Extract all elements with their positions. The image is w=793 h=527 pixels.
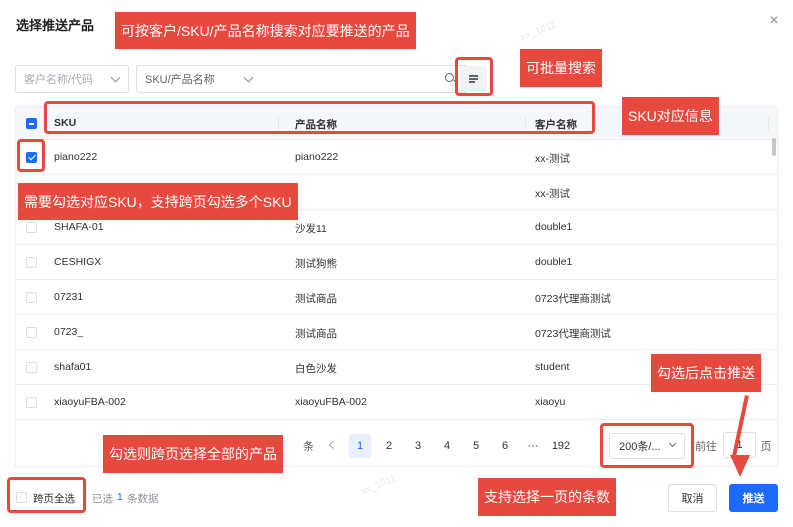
customer-select[interactable]: 客户名称/代码	[15, 65, 129, 93]
page-5[interactable]: 5	[465, 434, 487, 458]
annotation-box-batch-search	[455, 57, 493, 96]
product-table: SKU 产品名称 客户名称 piano222 piano222 xx-测试 xx…	[15, 106, 778, 467]
table-row[interactable]: 0723_ 测试商品 0723代理商测试	[16, 315, 777, 350]
page-1[interactable]: 1	[349, 434, 371, 458]
page-3[interactable]: 3	[407, 434, 429, 458]
annotation-check: 需要勾选对应SKU，支持跨页勾选多个SKU	[18, 183, 298, 220]
push-button[interactable]: 推送	[729, 484, 778, 512]
annotation-push: 勾选后点击推送	[651, 354, 761, 392]
select-all-page-checkbox[interactable]	[26, 118, 37, 129]
cell-sku: xiaoyuFBA-002	[54, 396, 126, 408]
annotation-box-row-checkbox	[17, 139, 45, 172]
close-icon[interactable]: ×	[767, 13, 781, 29]
cell-product-name: 沙发11	[295, 223, 327, 235]
cell-customer-name: 0723代理商测试	[535, 293, 611, 305]
cell-product-name: 白色沙发	[295, 363, 337, 375]
annotation-batch-search: 可批量搜索	[520, 49, 602, 87]
table-row[interactable]: piano222 piano222 xx-测试	[16, 140, 777, 175]
annotation-sku-info: SKU对应信息	[622, 97, 719, 135]
selected-count: 1	[117, 491, 123, 503]
cell-sku: shafa01	[54, 361, 92, 373]
annotation-page-size: 支持选择一页的条数	[478, 478, 616, 516]
chevron-down-icon	[110, 72, 121, 83]
annotation-select-all: 勾选则跨页选择全部的产品	[103, 435, 283, 473]
selected-suffix: 条数据	[127, 493, 159, 505]
row-checkbox[interactable]	[26, 362, 37, 373]
goto-label: 前往	[695, 441, 717, 453]
cell-customer-name: student	[535, 361, 570, 373]
cell-product-name: 测试商品	[295, 293, 337, 305]
total-suffix: 条	[303, 441, 314, 453]
row-checkbox[interactable]	[26, 292, 37, 303]
page-2[interactable]: 2	[378, 434, 400, 458]
annotation-search: 可按客户/SKU/产品名称搜索对应要推送的产品	[115, 12, 416, 49]
page-last[interactable]: 192	[550, 434, 572, 458]
cell-sku: SHAFA-01	[54, 221, 104, 233]
annotation-box-columns	[44, 101, 595, 134]
table-scrollbar[interactable]	[772, 138, 776, 156]
dialog-title: 选择推送产品	[16, 18, 95, 33]
table-row[interactable]: CESHIGX 测试狗熊 double1	[16, 245, 777, 280]
annotation-box-select-all	[7, 477, 86, 513]
page-6[interactable]: 6	[494, 434, 516, 458]
table-row[interactable]: 07231 测试商品 0723代理商测试	[16, 280, 777, 315]
cell-product-name: 测试狗熊	[295, 258, 337, 270]
cell-customer-name: double1	[535, 256, 573, 268]
cell-product-name: piano222	[295, 151, 339, 163]
chevron-down-icon	[243, 72, 254, 83]
cell-product-name: xiaoyuFBA-002	[295, 396, 367, 408]
search-field-value: SKU/产品名称	[145, 74, 215, 86]
row-checkbox[interactable]	[26, 397, 37, 408]
cancel-button[interactable]: 取消	[668, 484, 717, 512]
selected-prefix: 已选	[92, 493, 113, 505]
annotation-box-page-size	[600, 423, 694, 468]
annotation-arrow-head	[730, 455, 750, 477]
watermark: xx_1011	[359, 473, 398, 498]
cell-customer-name: 0723代理商测试	[535, 328, 611, 340]
cell-sku: CESHIGX	[54, 256, 102, 268]
cell-sku: 07231	[54, 291, 84, 303]
cell-customer-name: xx-测试	[535, 153, 570, 165]
cell-customer-name: xx-测试	[535, 188, 570, 200]
page-4[interactable]: 4	[436, 434, 458, 458]
customer-select-placeholder: 客户名称/代码	[24, 74, 94, 86]
search-input[interactable]	[261, 65, 468, 93]
row-checkbox[interactable]	[26, 222, 37, 233]
cell-customer-name: double1	[535, 221, 573, 233]
search-icon[interactable]	[445, 73, 454, 82]
push-product-dialog: xx_1011 xx_1011 xx_1011 xx_1011 xx_1011 …	[0, 0, 793, 527]
cell-customer-name: xiaoyu	[535, 396, 566, 408]
cell-sku: 0723_	[54, 326, 84, 338]
search-field-select[interactable]: SKU/产品名称	[136, 65, 262, 93]
cell-product-name: 测试商品	[295, 328, 337, 340]
column-divider	[768, 117, 769, 130]
row-checkbox[interactable]	[26, 327, 37, 338]
page-unit: 页	[760, 441, 772, 453]
watermark: xx_1011	[519, 19, 558, 44]
cell-sku: piano222	[54, 151, 98, 163]
row-checkbox[interactable]	[26, 257, 37, 268]
page-ellipsis[interactable]: ···	[522, 434, 544, 458]
